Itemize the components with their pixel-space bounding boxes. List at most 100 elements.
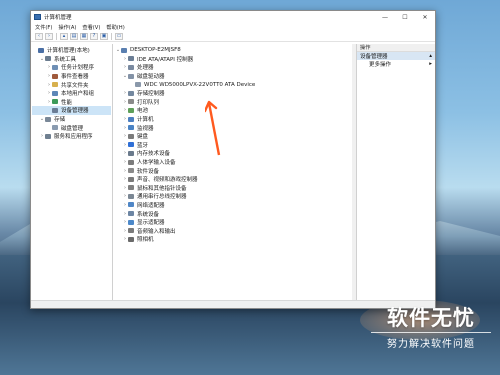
- properties-icon[interactable]: ▦: [80, 33, 88, 40]
- device-category-icon: [52, 107, 58, 113]
- device-category-icon: [135, 82, 141, 88]
- vertical-scrollbar[interactable]: [352, 44, 356, 300]
- actions-pane: 操作 设备管理器 ▴ 更多操作 ▸: [357, 44, 435, 300]
- forward-icon[interactable]: ›: [45, 33, 53, 40]
- left-tree-item[interactable]: 磁盘管理: [32, 123, 111, 132]
- left-tree-item[interactable]: › 服务和应用程序: [32, 132, 111, 141]
- menu-action[interactable]: 操作(A): [58, 24, 76, 31]
- device-tree-pane: ⌄ DESKTOP-E2MJSF8 › IDE ATA/ATAPI 控制器 › 处理器 ⌄ 磁…: [113, 44, 357, 300]
- device-tree-label: 处理器: [137, 65, 154, 72]
- title-bar: 计算机管理 — ☐ ✕: [31, 11, 435, 23]
- device-tree-item[interactable]: › 声音、视频和游戏控制器: [115, 175, 354, 184]
- device-tree-label: 人体学输入设备: [137, 160, 176, 167]
- left-tree-item[interactable]: 设备管理器: [32, 106, 111, 115]
- left-tree-item[interactable]: › 事件查看器: [32, 72, 111, 81]
- left-tree-item[interactable]: ⌄ 存储: [32, 115, 111, 124]
- device-tree-item[interactable]: › IDE ATA/ATAPI 控制器: [115, 55, 354, 64]
- toolbar-separator: [56, 33, 57, 40]
- device-tree-item[interactable]: › 音频输入和输出: [115, 226, 354, 235]
- left-tree-label: 计算机管理(本地): [47, 48, 90, 55]
- device-category-icon: [128, 142, 134, 148]
- device-category-icon: [128, 64, 134, 70]
- monitor-icon[interactable]: ▭: [115, 33, 123, 40]
- window-title: 计算机管理: [44, 15, 72, 21]
- device-category-icon: [121, 47, 127, 53]
- device-category-icon: [128, 73, 134, 79]
- computer-management-window: 计算机管理 — ☐ ✕ 文件(F) 操作(A) 查看(V) 帮助(H) ‹ › …: [30, 10, 436, 309]
- device-tree-item[interactable]: › 网络适配器: [115, 201, 354, 210]
- device-category-icon: [128, 193, 134, 199]
- device-category-icon: [128, 150, 134, 156]
- device-category-icon: [128, 133, 134, 139]
- console-icon[interactable]: ▣: [100, 33, 108, 40]
- device-category-icon: [128, 99, 134, 105]
- device-tree-item[interactable]: › 鼠标和其他指针设备: [115, 184, 354, 193]
- device-category-icon: [52, 90, 58, 96]
- device-category-icon: [52, 99, 58, 105]
- left-tree-label: 共享文件夹: [61, 82, 89, 89]
- device-category-icon: [128, 107, 134, 113]
- maximize-button[interactable]: ☐: [395, 11, 415, 23]
- left-tree-item[interactable]: › 本地用户和组: [32, 89, 111, 98]
- device-tree-label: 照相机: [137, 237, 154, 244]
- device-category-icon: [52, 73, 58, 79]
- left-tree-label: 事件查看器: [61, 74, 89, 81]
- left-tree-item[interactable]: 计算机管理(本地): [32, 46, 111, 55]
- device-tree-label: IDE ATA/ATAPI 控制器: [137, 56, 194, 63]
- device-category-icon: [128, 90, 134, 96]
- device-tree-item[interactable]: ⌄ DESKTOP-E2MJSF8: [115, 46, 354, 55]
- up-folder-icon[interactable]: ▴: [60, 33, 68, 40]
- submenu-arrow-icon: ▸: [429, 61, 432, 67]
- help-icon[interactable]: ?: [90, 33, 98, 40]
- device-tree-label: WDC WD5000LPVX-22V0TT0 ATA Device: [144, 81, 256, 88]
- device-tree-label: DESKTOP-E2MJSF8: [130, 47, 181, 54]
- device-category-icon: [128, 125, 134, 131]
- device-tree-item[interactable]: › 通用串行总线控制器: [115, 192, 354, 201]
- device-tree-label: 软件设备: [137, 168, 160, 175]
- left-tree-label: 任务计划程序: [61, 65, 95, 72]
- device-tree-label: 音频输入和输出: [137, 228, 176, 235]
- show-tree-icon[interactable]: ▤: [70, 33, 78, 40]
- left-tree-label: 性能: [61, 99, 73, 106]
- device-tree-label: 系统设备: [137, 211, 160, 218]
- left-tree-item[interactable]: › 任务计划程序: [32, 63, 111, 72]
- device-tree-item[interactable]: ⌄ 磁盘驱动器: [115, 72, 354, 81]
- device-tree-item[interactable]: › 显示适配器: [115, 218, 354, 227]
- device-category-icon: [128, 236, 134, 242]
- minimize-button[interactable]: —: [375, 11, 395, 23]
- device-tree-item[interactable]: › 照相机: [115, 235, 354, 244]
- left-tree-item[interactable]: › 共享文件夹: [32, 80, 111, 89]
- watermark-title: 软件无忧: [387, 306, 475, 330]
- more-actions[interactable]: 更多操作 ▸: [357, 60, 435, 68]
- menu-help[interactable]: 帮助(H): [106, 24, 124, 31]
- close-button[interactable]: ✕: [415, 11, 435, 23]
- console-tree-pane: 计算机管理(本地) ⌄ 系统工具 › 任务计划程序 › 事件查看器 › 共享文件夹 › 本地用户和组…: [31, 44, 113, 300]
- device-tree-label: 计算机: [137, 117, 154, 124]
- device-tree-label: 显示适配器: [137, 220, 165, 227]
- back-icon[interactable]: ‹: [35, 33, 43, 40]
- device-tree-item[interactable]: › 处理器: [115, 63, 354, 72]
- menu-file[interactable]: 文件(F): [35, 24, 52, 31]
- left-tree-label: 设备管理器: [61, 108, 89, 115]
- annotation-arrow: [205, 100, 221, 156]
- left-tree-label: 服务和应用程序: [54, 134, 93, 141]
- left-tree-label: 系统工具: [54, 56, 77, 63]
- device-tree-label: 蓝牙: [137, 142, 149, 149]
- collapse-up-icon[interactable]: ▴: [429, 53, 432, 59]
- device-tree-item[interactable]: › 人体学输入设备: [115, 158, 354, 167]
- device-category-icon: [128, 176, 134, 182]
- left-tree-item[interactable]: › 性能: [32, 98, 111, 107]
- device-tree-label: 通用串行总线控制器: [137, 194, 187, 201]
- left-tree-item[interactable]: ⌄ 系统工具: [32, 55, 111, 64]
- device-category-icon: [128, 211, 134, 217]
- device-tree-label: 内存技术设备: [137, 151, 171, 158]
- device-tree-item[interactable]: › 软件设备: [115, 166, 354, 175]
- device-tree-item[interactable]: WDC WD5000LPVX-22V0TT0 ATA Device: [115, 80, 354, 89]
- device-tree-label: 声音、视频和游戏控制器: [137, 177, 198, 184]
- toolbar: ‹ › ▴ ▤ ▦ ? ▣ ▭: [31, 32, 435, 42]
- menu-bar: 文件(F) 操作(A) 查看(V) 帮助(H): [31, 23, 435, 32]
- device-tree-item[interactable]: › 系统设备: [115, 209, 354, 218]
- menu-view[interactable]: 查看(V): [82, 24, 100, 31]
- actions-section-device-manager[interactable]: 设备管理器 ▴: [357, 52, 435, 60]
- device-category-icon: [128, 56, 134, 62]
